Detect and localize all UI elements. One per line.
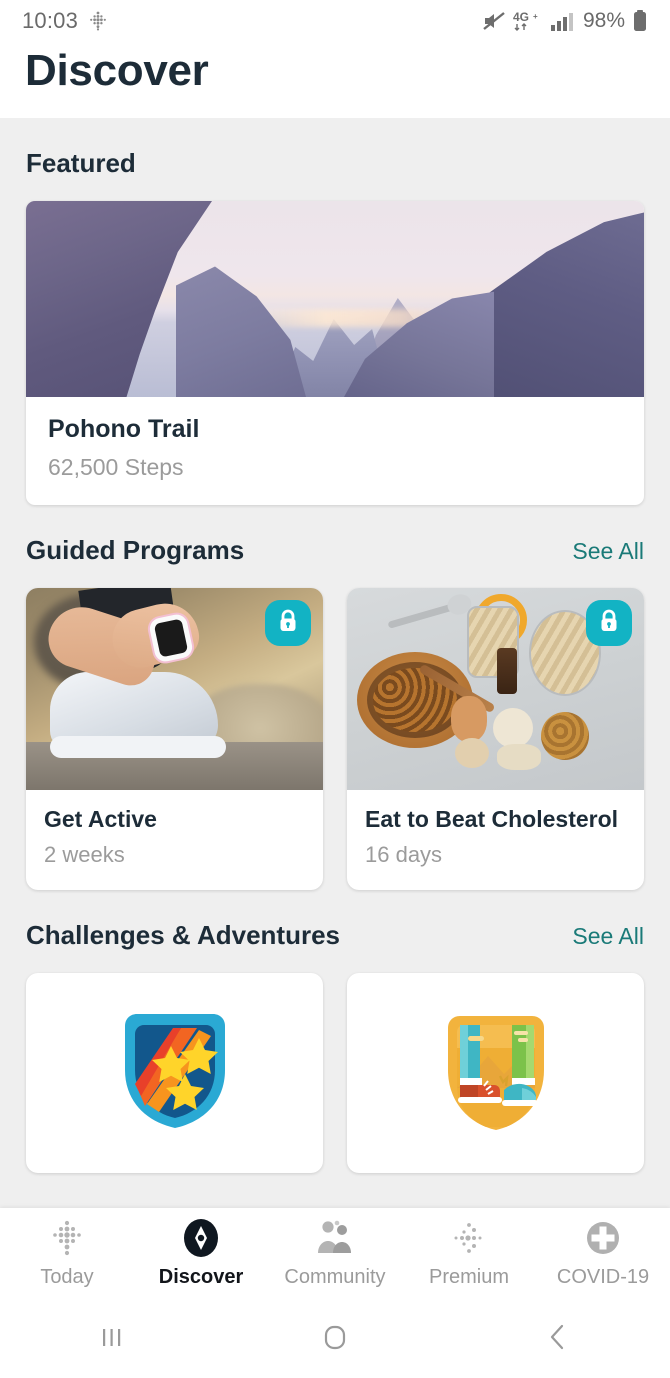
recents-button[interactable] bbox=[0, 1323, 223, 1356]
challenges-row bbox=[0, 973, 670, 1173]
see-all-guided-programs[interactable]: See All bbox=[572, 538, 644, 565]
app-header: Discover bbox=[0, 42, 670, 118]
scroll-content[interactable]: Featured Pohono Trail 62,500 Steps Guide… bbox=[0, 118, 670, 1208]
lock-icon bbox=[597, 608, 621, 639]
status-bar-left: 10:03 bbox=[22, 8, 108, 34]
nav-item-discover[interactable]: Discover bbox=[134, 1219, 268, 1289]
program-card-get-active[interactable]: Get Active 2 weeks bbox=[26, 588, 323, 890]
home-icon bbox=[320, 1322, 350, 1357]
hiking-adventure-badge-icon bbox=[436, 1008, 556, 1139]
section-header-challenges: Challenges & Adventures See All bbox=[0, 920, 670, 951]
guided-programs-row: Get Active 2 weeks Eat to Beat Cholester… bbox=[0, 588, 670, 890]
program-card-text: Eat to Beat Cholesterol 16 days bbox=[347, 790, 644, 890]
program-card-image bbox=[26, 588, 323, 790]
program-card-title: Eat to Beat Cholesterol bbox=[365, 806, 619, 832]
lock-badge bbox=[265, 600, 311, 646]
lock-icon bbox=[276, 608, 300, 639]
section-header-featured: Featured bbox=[0, 148, 670, 179]
mute-icon bbox=[482, 10, 506, 32]
android-navigation-bar bbox=[0, 1300, 670, 1378]
featured-card-text: Pohono Trail 62,500 Steps bbox=[26, 397, 644, 505]
program-card-subtitle: 16 days bbox=[365, 842, 443, 867]
nav-label-community: Community bbox=[284, 1266, 386, 1288]
challenge-card-hiking-adventure[interactable] bbox=[347, 973, 644, 1173]
status-time: 10:03 bbox=[22, 8, 79, 33]
svg-text:4G: 4G bbox=[513, 10, 529, 24]
section-title-challenges: Challenges & Adventures bbox=[26, 920, 341, 950]
nav-label-premium: Premium bbox=[428, 1266, 509, 1288]
compass-icon bbox=[180, 1219, 222, 1257]
page-title: Discover bbox=[25, 46, 209, 95]
back-button[interactable] bbox=[447, 1322, 670, 1357]
program-card-eat-to-beat-cholesterol[interactable]: Eat to Beat Cholesterol 16 days bbox=[347, 588, 644, 890]
back-icon bbox=[545, 1322, 571, 1357]
fitbit-dots-icon bbox=[88, 11, 108, 31]
home-button[interactable] bbox=[223, 1322, 446, 1357]
premium-dots-icon bbox=[448, 1219, 490, 1257]
battery-percent: 98% bbox=[582, 9, 625, 32]
featured-card[interactable]: Pohono Trail 62,500 Steps bbox=[26, 201, 644, 505]
svg-text:+: + bbox=[533, 12, 538, 21]
nav-label-covid-19: COVID-19 bbox=[556, 1266, 650, 1288]
status-bar-right: 4G + 98% bbox=[482, 9, 648, 33]
recents-icon bbox=[99, 1323, 125, 1356]
nav-label-discover: Discover bbox=[158, 1266, 244, 1288]
section-header-guided-programs: Guided Programs See All bbox=[0, 535, 670, 566]
section-title-featured: Featured bbox=[26, 148, 136, 178]
lock-badge bbox=[586, 600, 632, 646]
status-bar: 10:03 4G + 98% bbox=[0, 0, 670, 42]
stars-shield-badge-icon bbox=[115, 1008, 235, 1139]
app-root: 10:03 4G + 98% Discover Featured Pohono … bbox=[0, 0, 670, 1378]
nav-label-today: Today bbox=[40, 1266, 94, 1288]
people-icon bbox=[314, 1219, 356, 1257]
network-4g-icon: 4G + bbox=[513, 10, 543, 32]
signal-bars-icon bbox=[550, 10, 576, 32]
program-card-image bbox=[347, 588, 644, 790]
nav-item-covid-19[interactable]: COVID-19 bbox=[536, 1219, 670, 1289]
featured-card-subtitle: 62,500 Steps bbox=[48, 454, 184, 480]
plus-circle-icon bbox=[582, 1219, 624, 1257]
challenge-card-stars-shield[interactable] bbox=[26, 973, 323, 1173]
bottom-navigation: Today Discover Community Premium COVID-1… bbox=[0, 1208, 670, 1300]
program-card-title: Get Active bbox=[44, 806, 157, 832]
nav-item-today[interactable]: Today bbox=[0, 1219, 134, 1289]
section-title-guided-programs: Guided Programs bbox=[26, 535, 245, 565]
battery-icon bbox=[632, 9, 648, 33]
see-all-challenges[interactable]: See All bbox=[572, 923, 644, 950]
featured-card-image bbox=[26, 201, 644, 397]
fitbit-dots-icon bbox=[46, 1219, 88, 1257]
program-card-subtitle: 2 weeks bbox=[44, 842, 125, 867]
nav-item-premium[interactable]: Premium bbox=[402, 1219, 536, 1289]
featured-card-title: Pohono Trail bbox=[48, 415, 200, 443]
program-card-text: Get Active 2 weeks bbox=[26, 790, 323, 890]
nav-item-community[interactable]: Community bbox=[268, 1219, 402, 1289]
